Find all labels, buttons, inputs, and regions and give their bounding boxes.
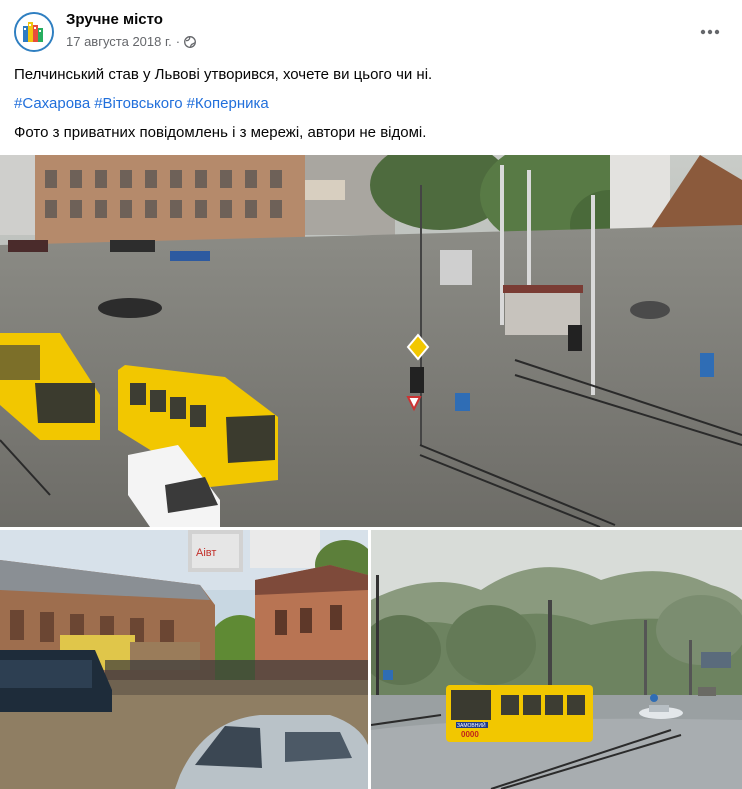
hashtag-link[interactable]: #Сахарова	[14, 95, 90, 112]
bus-plate-text: 0000	[461, 730, 479, 739]
post-date[interactable]: 17 августа 2018 г.	[66, 34, 172, 49]
post-hashtags: #Сахарова #Вітовського #Коперника	[14, 94, 273, 114]
page-avatar[interactable]	[14, 12, 54, 52]
more-dots-icon[interactable]	[696, 18, 724, 46]
photo-main-flooded-intersection[interactable]	[0, 155, 742, 527]
hashtag-link[interactable]: #Коперника	[187, 95, 269, 112]
billboard-text: Aiвт	[196, 547, 216, 559]
post-text-line-3: Фото з приватних повідомлень і з мережі,…	[14, 124, 427, 141]
dark-van	[0, 650, 112, 712]
post-text-line-1: Пелчинський став у Львові утворився, хоч…	[14, 66, 433, 83]
photo-flooded-street-left[interactable]: Aiвт	[0, 530, 368, 789]
meta-separator: ·	[175, 34, 181, 49]
avatar-logo-icon	[16, 14, 52, 50]
bus-route-text: ЗАМОВНИЙ	[457, 721, 486, 729]
page-name[interactable]: Зручне місто	[66, 11, 163, 28]
yellow-bus-right: ЗАМОВНИЙ 0000	[446, 685, 593, 742]
post-meta: 17 августа 2018 г. ·	[66, 34, 197, 49]
facebook-post: Зручне місто 17 августа 2018 г. · Пелчин…	[0, 0, 742, 789]
globe-icon[interactable]	[184, 35, 197, 48]
photo-flooded-street-right[interactable]: ЗАМОВНИЙ 0000	[371, 530, 742, 789]
post-header: Зручне місто 17 августа 2018 г. ·	[0, 0, 742, 62]
hashtag-link[interactable]: #Вітовського	[94, 95, 182, 112]
